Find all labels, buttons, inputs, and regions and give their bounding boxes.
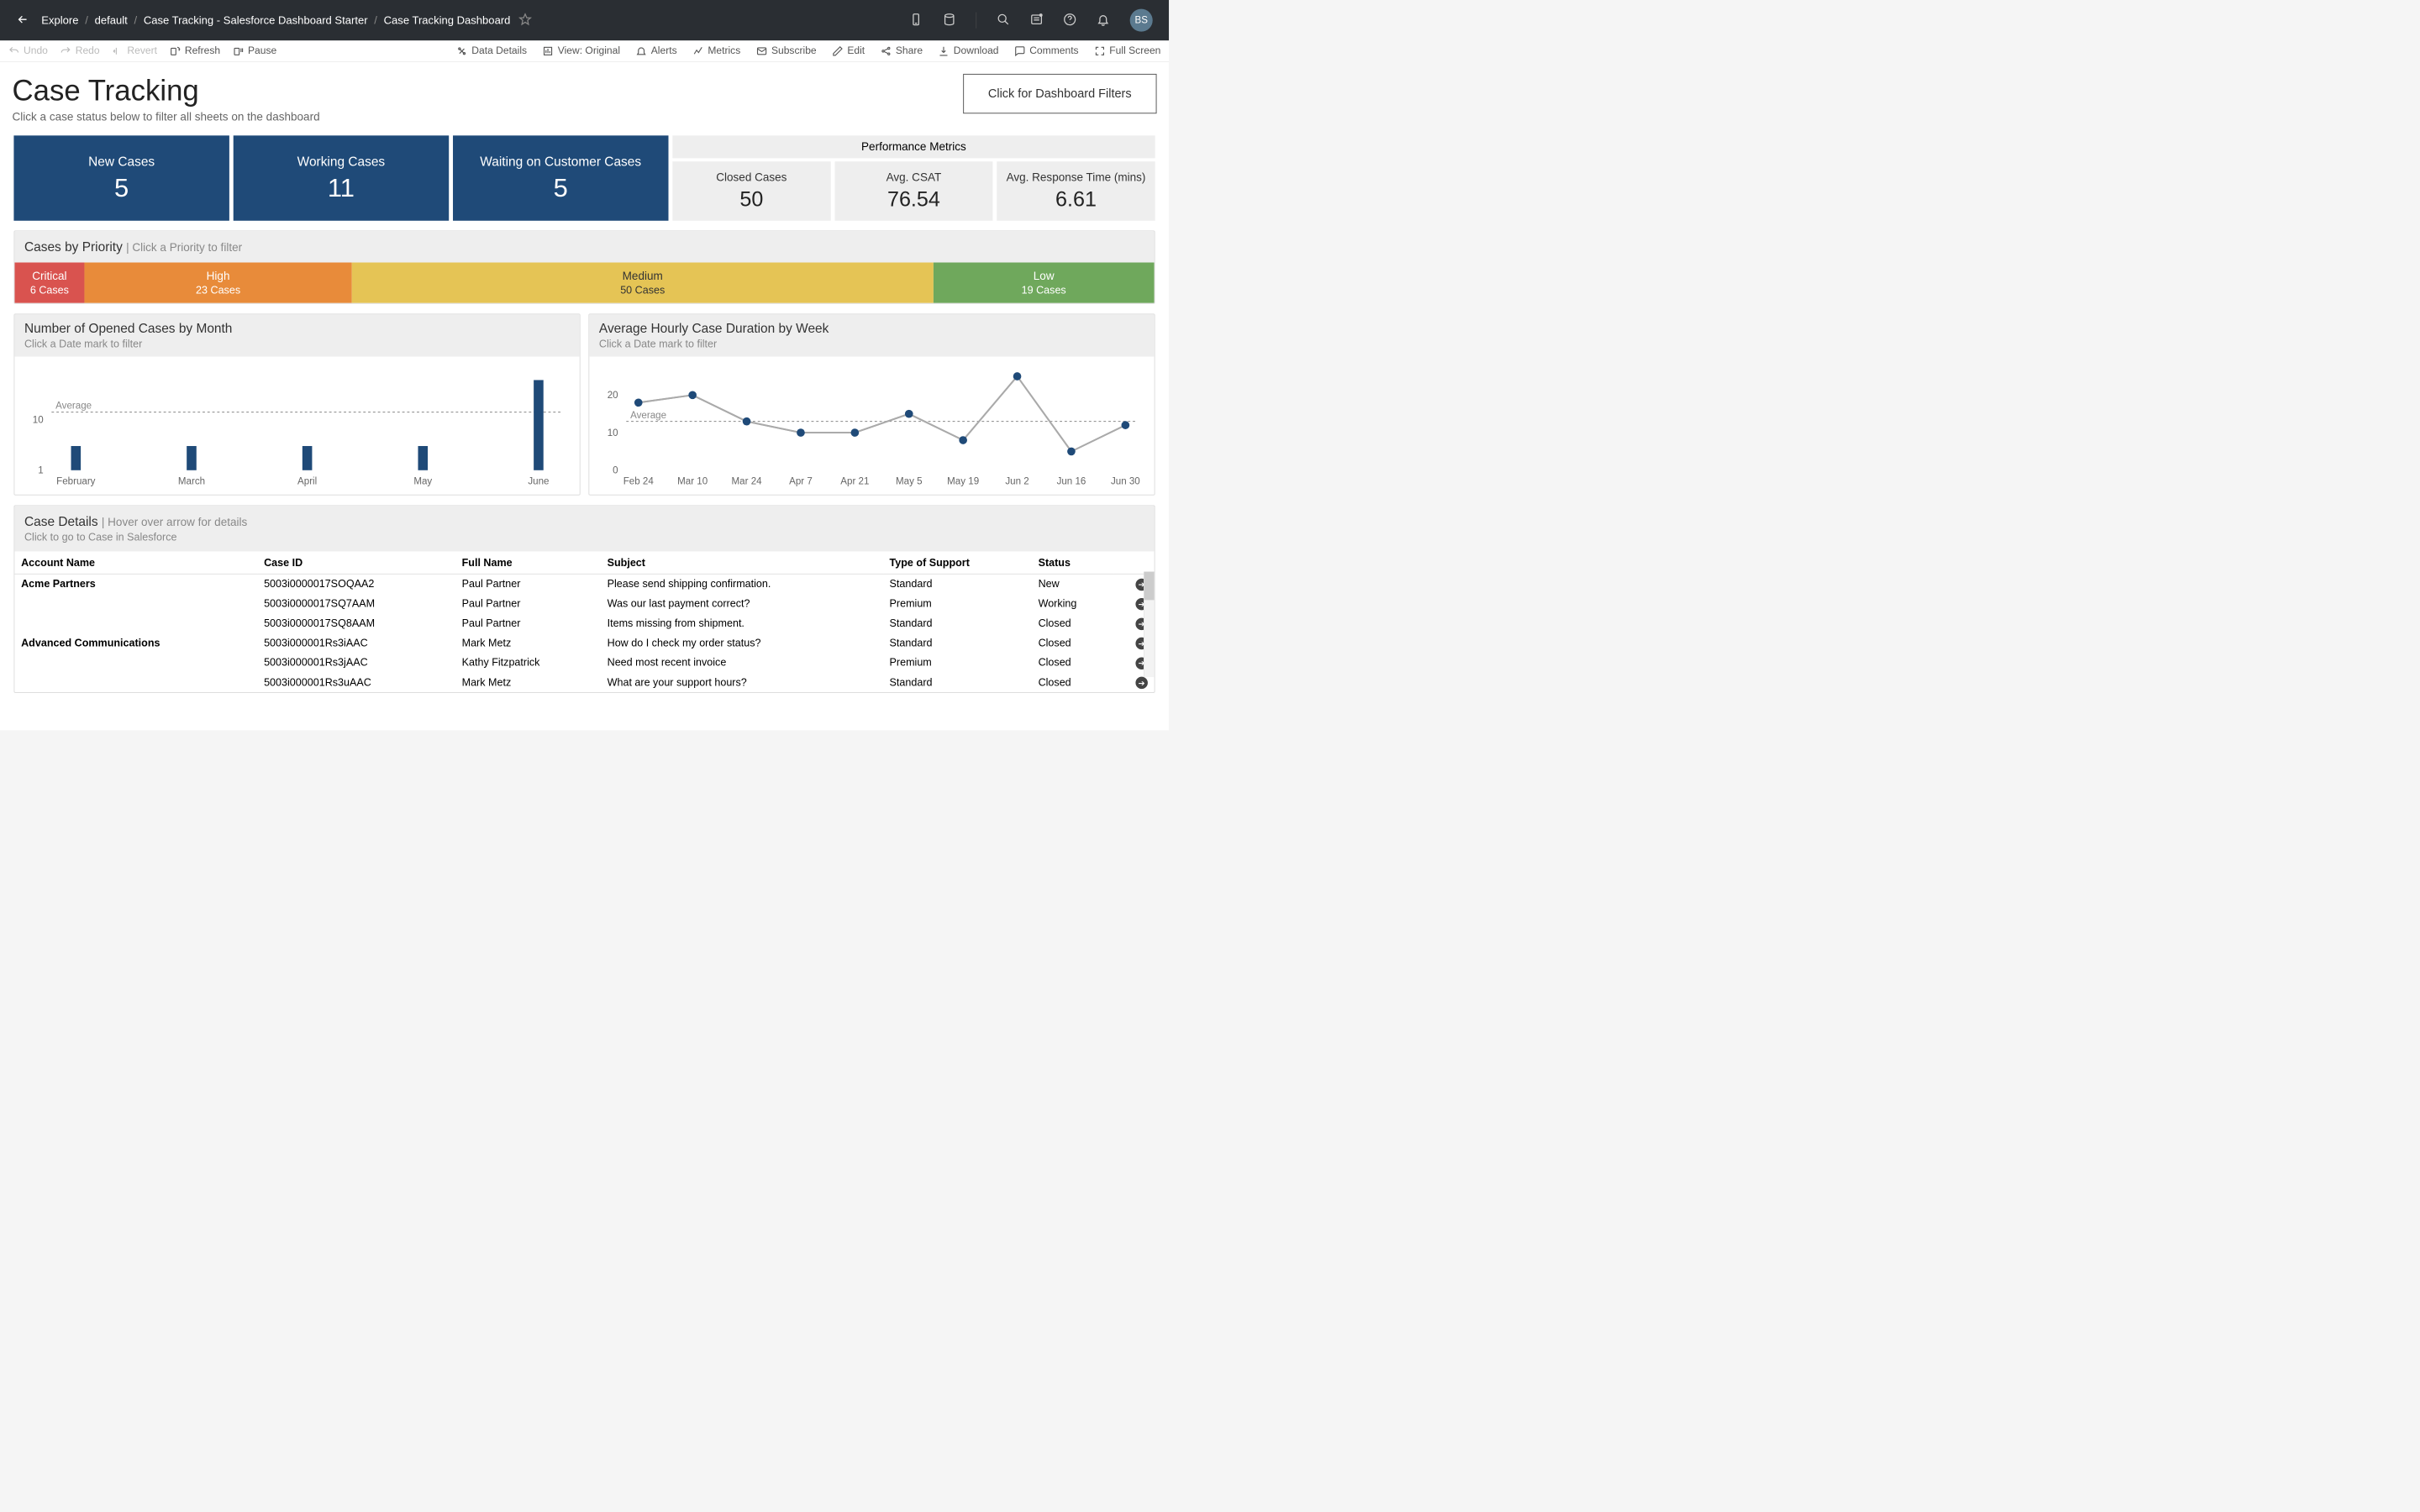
table-row[interactable]: 5003i000001Rs3uAACMark MetzWhat are your… xyxy=(14,673,1154,692)
dashboard-filters-button[interactable]: Click for Dashboard Filters xyxy=(963,74,1157,113)
svg-text:Jun 30: Jun 30 xyxy=(1111,477,1140,487)
svg-text:10: 10 xyxy=(608,428,618,438)
data-details-button[interactable]: Data Details xyxy=(456,45,527,57)
priority-high[interactable]: High23 Cases xyxy=(84,263,351,303)
svg-text:Average: Average xyxy=(630,411,666,421)
breadcrumb-workbook[interactable]: Case Tracking - Salesforce Dashboard Sta… xyxy=(144,14,368,27)
notifications-icon[interactable] xyxy=(1097,13,1109,28)
view-button[interactable]: View: Original xyxy=(542,45,620,57)
col-status: Status xyxy=(1032,551,1114,574)
page-subtitle: Click a case status below to filter all … xyxy=(12,110,319,123)
data-source-icon[interactable] xyxy=(943,13,955,28)
refresh-button[interactable]: Refresh xyxy=(169,45,220,57)
col-subject: Subject xyxy=(601,551,883,574)
tile-waiting-cases[interactable]: Waiting on Customer Cases 5 xyxy=(453,135,668,220)
priority-title: Cases by Priority xyxy=(24,239,123,254)
search-icon[interactable] xyxy=(997,13,1009,28)
chart-duration-by-week: Average Hourly Case Duration by Week Cli… xyxy=(588,313,1155,495)
top-nav: Explore / default / Case Tracking - Sale… xyxy=(0,0,1169,40)
col-account-name: Account Name xyxy=(14,551,257,574)
svg-text:Jun 16: Jun 16 xyxy=(1057,477,1086,487)
share-button[interactable]: Share xyxy=(881,45,923,57)
priority-critical[interactable]: Critical6 Cases xyxy=(14,263,84,303)
svg-text:May 5: May 5 xyxy=(896,477,923,487)
table-row[interactable]: 5003i000001Rs3jAACKathy FitzpatrickNeed … xyxy=(14,653,1154,672)
redo-button[interactable]: Redo xyxy=(60,45,99,57)
svg-text:June: June xyxy=(528,477,549,487)
help-icon[interactable] xyxy=(1063,13,1076,28)
svg-text:Feb 24: Feb 24 xyxy=(623,477,655,487)
svg-text:0: 0 xyxy=(613,466,618,476)
comments-button[interactable]: Comments xyxy=(1014,45,1079,57)
tile-avg-response[interactable]: Avg. Response Time (mins) 6.61 xyxy=(997,161,1155,221)
svg-text:Jun 2: Jun 2 xyxy=(1005,477,1028,487)
fullscreen-button[interactable]: Full Screen xyxy=(1094,45,1160,57)
favorite-star-icon[interactable] xyxy=(518,13,531,28)
col-case-id: Case ID xyxy=(257,551,455,574)
breadcrumb-explore[interactable]: Explore xyxy=(41,14,78,27)
breadcrumb-default[interactable]: default xyxy=(95,14,128,27)
details-title: Case Details xyxy=(24,514,98,528)
priority-medium[interactable]: Medium50 Cases xyxy=(352,263,934,303)
svg-text:March: March xyxy=(178,477,205,487)
page-title: Case Tracking xyxy=(12,74,319,108)
table-row[interactable]: 5003i0000017SQ8AAMPaul PartnerItems miss… xyxy=(14,613,1154,633)
svg-text:Apr 21: Apr 21 xyxy=(840,477,869,487)
tile-closed-cases[interactable]: Closed Cases 50 xyxy=(672,161,830,221)
svg-text:May: May xyxy=(413,477,432,487)
subscribe-button[interactable]: Subscribe xyxy=(756,45,817,57)
avatar[interactable]: BS xyxy=(1130,9,1153,32)
priority-hint: | Click a Priority to filter xyxy=(126,241,242,254)
table-row[interactable]: 5003i0000017SQ7AAMPaul PartnerWas our la… xyxy=(14,594,1154,613)
svg-text:May 19: May 19 xyxy=(947,477,979,487)
pause-button[interactable]: Pause xyxy=(233,45,277,57)
svg-text:Apr 7: Apr 7 xyxy=(789,477,813,487)
alerts-button[interactable]: Alerts xyxy=(635,45,676,57)
tile-working-cases[interactable]: Working Cases 11 xyxy=(234,135,449,220)
svg-text:February: February xyxy=(56,477,96,487)
back-arrow-icon[interactable] xyxy=(16,13,29,28)
list-icon[interactable] xyxy=(1030,13,1043,28)
details-sub: Click to go to Case in Salesforce xyxy=(24,531,1144,543)
svg-text:10: 10 xyxy=(33,415,44,425)
device-preview-icon[interactable] xyxy=(909,13,922,28)
svg-text:1: 1 xyxy=(38,466,43,476)
svg-text:20: 20 xyxy=(608,391,618,401)
undo-button[interactable]: Undo xyxy=(8,45,48,57)
metrics-button[interactable]: Metrics xyxy=(692,45,740,57)
details-hint: | Hover over arrow for details xyxy=(102,516,247,528)
col-full-name: Full Name xyxy=(455,551,601,574)
chart-cases-by-month: Number of Opened Cases by Month Click a … xyxy=(13,313,580,495)
bar-chart[interactable]: 1 10 Average February March April May June xyxy=(18,360,576,491)
performance-title: Performance Metrics xyxy=(672,135,1155,158)
svg-text:Average: Average xyxy=(55,402,92,412)
col-type-of-support: Type of Support xyxy=(883,551,1032,574)
tile-avg-csat[interactable]: Avg. CSAT 76.54 xyxy=(834,161,992,221)
breadcrumb-current: Case Tracking Dashboard xyxy=(384,14,511,27)
svg-text:April: April xyxy=(297,477,317,487)
case-details-card: Case Details | Hover over arrow for deta… xyxy=(13,505,1155,693)
breadcrumb: Explore / default / Case Tracking - Sale… xyxy=(41,14,510,27)
table-row[interactable]: Acme Partners5003i0000017SOQAA2Paul Part… xyxy=(14,574,1154,594)
svg-text:Mar 24: Mar 24 xyxy=(732,477,763,487)
line-chart[interactable]: 0 10 20 Average Feb 24 Mar 10 Mar 24 Apr 7 Apr 2… xyxy=(593,360,1150,491)
revert-button[interactable]: Revert xyxy=(112,45,157,57)
case-details-table: Account NameCase IDFull NameSubjectType … xyxy=(14,551,1154,692)
arrow-right-icon[interactable]: ➔ xyxy=(1135,677,1147,689)
download-button[interactable]: Download xyxy=(938,45,998,57)
priority-low[interactable]: Low19 Cases xyxy=(934,263,1155,303)
table-scrollbar[interactable] xyxy=(1144,572,1155,678)
priority-card: Cases by Priority | Click a Priority to … xyxy=(13,230,1155,303)
table-row[interactable]: Advanced Communications5003i000001Rs3iAA… xyxy=(14,633,1154,653)
action-toolbar: Undo Redo Revert Refresh Pause Data Deta… xyxy=(0,40,1169,61)
tile-new-cases[interactable]: New Cases 5 xyxy=(13,135,229,220)
edit-button[interactable]: Edit xyxy=(832,45,865,57)
svg-text:Mar 10: Mar 10 xyxy=(677,477,708,487)
